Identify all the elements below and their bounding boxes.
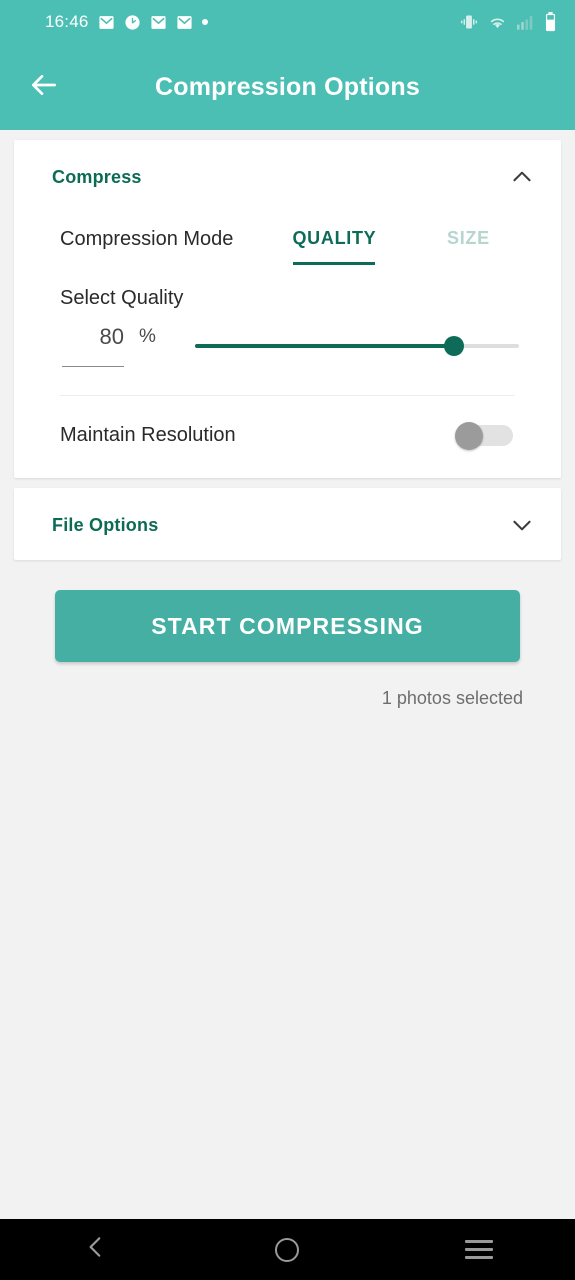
start-compressing-wrap: START COMPRESSING: [0, 560, 575, 662]
toggle-thumb: [455, 422, 483, 450]
tab-quality[interactable]: QUALITY: [267, 218, 401, 265]
vibrate-icon: [460, 14, 478, 30]
nav-back-icon: [83, 1234, 109, 1265]
quality-input[interactable]: 80: [62, 324, 124, 367]
compression-mode-tabs: QUALITY SIZE: [267, 218, 535, 265]
nav-home-icon: [275, 1237, 300, 1262]
tab-size-label: SIZE: [447, 228, 490, 248]
start-compressing-button[interactable]: START COMPRESSING: [55, 590, 520, 662]
status-bar: 16:46: [0, 0, 575, 44]
wifi-icon: [488, 15, 507, 30]
compression-mode-label: Compression Mode: [60, 228, 234, 250]
nav-home-button[interactable]: [247, 1219, 327, 1280]
tab-size[interactable]: SIZE: [401, 218, 535, 249]
selected-photos-count: 1 photos selected: [381, 688, 523, 708]
file-options-card-title: File Options: [52, 514, 159, 535]
mail-icon: [98, 14, 115, 31]
compress-card-header[interactable]: Compress: [14, 140, 561, 212]
maintain-resolution-toggle[interactable]: [455, 422, 513, 450]
clock-icon: [124, 14, 141, 31]
cellular-signal-icon: [517, 15, 534, 30]
status-bar-left: 16:46: [45, 12, 208, 32]
nav-recents-button[interactable]: [439, 1219, 519, 1280]
compress-card: Compress Compression Mode QUALITY SIZE S…: [14, 140, 561, 478]
back-arrow-icon: [28, 69, 60, 106]
tab-quality-label: QUALITY: [292, 228, 377, 248]
quality-control-row: 80 %: [14, 310, 561, 367]
status-bar-right: [460, 12, 557, 32]
compress-card-title: Compress: [52, 166, 142, 187]
nav-recents-icon: [465, 1240, 494, 1259]
file-options-card-header[interactable]: File Options: [14, 488, 561, 560]
slider-thumb[interactable]: [444, 335, 465, 356]
status-clock: 16:46: [45, 12, 89, 31]
android-nav-bar: [0, 1219, 575, 1280]
app-bar: Compression Options: [0, 44, 575, 130]
select-quality-label: Select Quality: [60, 287, 184, 309]
slider-fill: [194, 343, 455, 348]
back-button[interactable]: [16, 59, 72, 115]
chevron-down-icon[interactable]: [507, 510, 537, 540]
main-content: Compress Compression Mode QUALITY SIZE S…: [0, 130, 575, 709]
nav-back-button[interactable]: [56, 1219, 136, 1280]
file-options-card[interactable]: File Options: [14, 488, 561, 560]
maintain-resolution-label: Maintain Resolution: [60, 423, 236, 446]
tab-active-indicator: [293, 262, 376, 265]
mail-icon: [176, 14, 193, 31]
page-title: Compression Options: [155, 72, 420, 101]
chevron-up-icon[interactable]: [507, 162, 537, 192]
quality-value: 80: [99, 324, 124, 349]
maintain-resolution-row[interactable]: Maintain Resolution: [14, 396, 561, 478]
quality-slider[interactable]: [194, 333, 519, 359]
phone-screen: 16:46 Compression Options Compress Compr…: [0, 0, 575, 1280]
mail-icon: [150, 14, 167, 31]
dot-icon: [201, 19, 208, 25]
percent-label: %: [139, 326, 156, 347]
battery-icon: [544, 12, 557, 32]
compression-mode-row: Compression Mode QUALITY SIZE: [14, 212, 561, 265]
